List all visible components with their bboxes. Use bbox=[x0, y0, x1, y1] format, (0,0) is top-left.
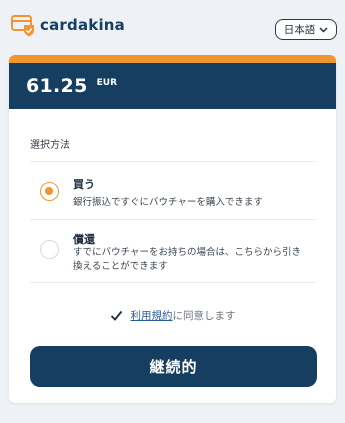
language-selector[interactable]: 日本語 bbox=[275, 19, 337, 40]
cardakina-logo-icon bbox=[11, 15, 34, 37]
option-redeem[interactable]: 償還 すでにバウチャーをお持ちの場合は、こちらから引き換えることができます bbox=[30, 220, 315, 282]
method-section-label: 選択方法 bbox=[30, 140, 70, 151]
payment-amount: 61.25 bbox=[26, 75, 88, 97]
option-buy-title: 買う bbox=[73, 178, 95, 191]
option-redeem-title: 償還 bbox=[73, 233, 95, 246]
top-bar: cardakina 日本語 bbox=[0, 0, 345, 52]
option-buy-description: 銀行振込ですぐにバウチャーを購入できます bbox=[73, 197, 263, 208]
option-buy[interactable]: 買う 銀行振込ですぐにバウチャーを購入できます bbox=[30, 162, 315, 218]
terms-suffix: に同意します bbox=[172, 309, 236, 322]
continue-button[interactable]: 継続的 bbox=[30, 346, 317, 387]
payment-currency: EUR bbox=[96, 78, 117, 88]
card-accent-stripe bbox=[9, 55, 336, 63]
checkmark-icon[interactable] bbox=[110, 309, 123, 322]
amount-header: 61.25 EUR bbox=[9, 63, 336, 109]
radio-redeem[interactable] bbox=[40, 240, 59, 259]
language-selected: 日本語 bbox=[283, 24, 316, 36]
checkout-card: 61.25 EUR 選択方法 買う 銀行振込ですぐにバウチャーを購入できます 償… bbox=[9, 55, 336, 403]
terms-agreement: 利用規約 に同意します bbox=[9, 306, 336, 324]
chevron-down-icon bbox=[319, 26, 328, 33]
option-redeem-description: すでにバウチャーをお持ちの場合は、こちらから引き換えることができます bbox=[73, 247, 302, 272]
brand-name: cardakina bbox=[40, 16, 125, 34]
divider bbox=[30, 282, 315, 283]
terms-link[interactable]: 利用規約 bbox=[131, 308, 173, 323]
brand-logo[interactable]: cardakina bbox=[10, 12, 125, 38]
radio-buy[interactable] bbox=[40, 182, 59, 201]
